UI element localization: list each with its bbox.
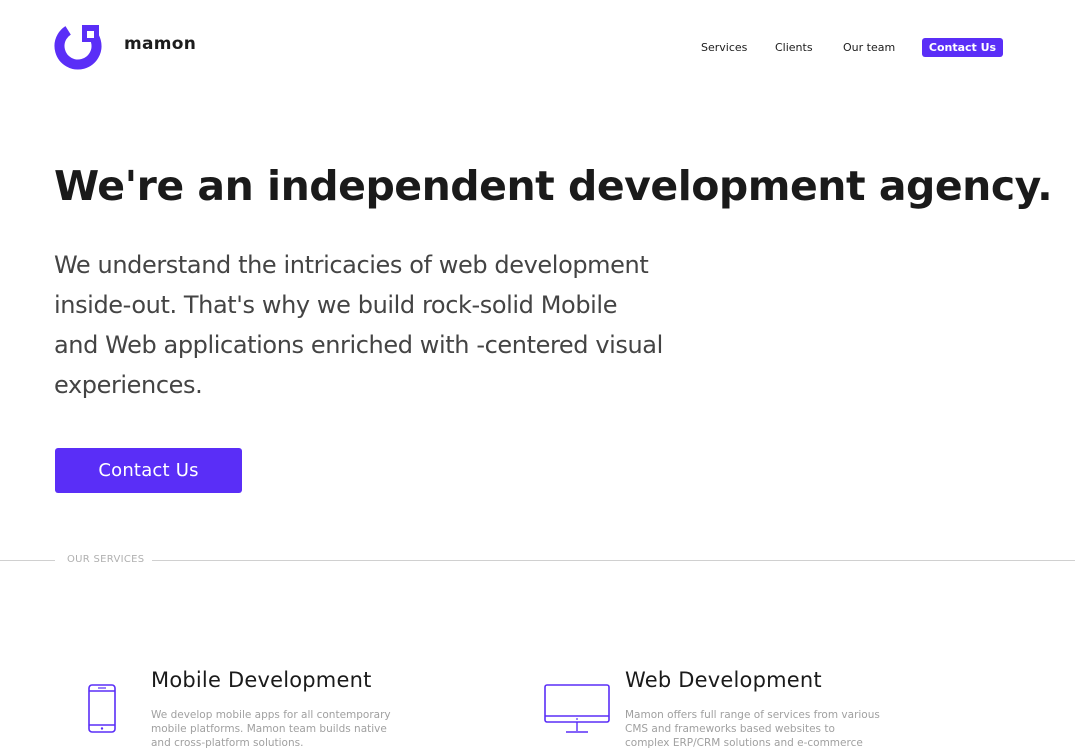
desktop-monitor-icon — [544, 684, 610, 738]
nav-contact-button[interactable]: Contact Us — [922, 38, 1003, 57]
services-section-label: OUR SERVICES — [67, 554, 145, 565]
divider-line-left — [0, 560, 55, 561]
site-header: mamon Services Clients Our team Contact … — [0, 0, 1075, 95]
hero-title: We're an independent development agency. — [54, 162, 1053, 210]
nav-services-link[interactable]: Services — [701, 41, 747, 54]
divider-line-right — [152, 560, 1075, 561]
hero-contact-button[interactable]: Contact Us — [55, 448, 242, 493]
nav-team-link[interactable]: Our team — [843, 41, 895, 54]
service-title: Web Development — [625, 668, 822, 692]
services-divider: OUR SERVICES — [0, 554, 1075, 565]
service-description: We develop mobile apps for all contempor… — [151, 709, 391, 749]
nav-clients-link[interactable]: Clients — [775, 41, 813, 54]
main-nav: Services Clients Our team Contact Us — [0, 38, 1075, 58]
mobile-phone-icon — [86, 684, 118, 738]
service-description: Mamon offers full range of services from… — [625, 709, 880, 752]
hero-description: We understand the intricacies of web dev… — [54, 251, 663, 399]
service-title: Mobile Development — [151, 668, 372, 692]
